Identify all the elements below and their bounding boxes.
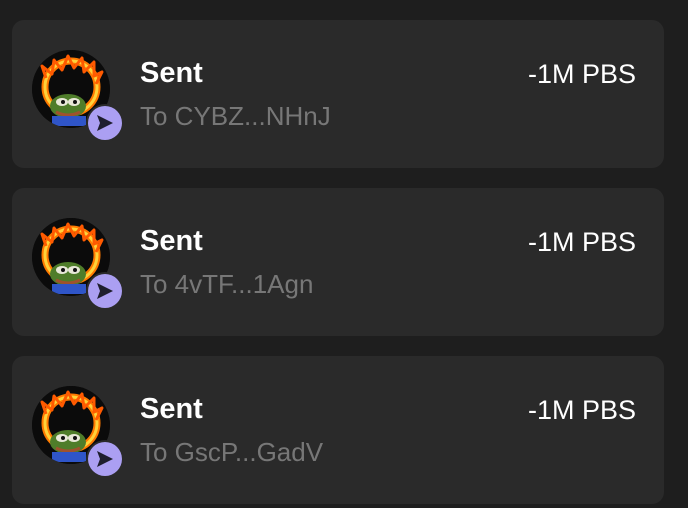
send-arrow-icon [88,274,122,308]
token-avatar-group [32,386,124,478]
transaction-row[interactable]: Sent To 4vTF...1Agn -1M PBS [12,188,664,336]
transaction-amount: -1M PBS [527,227,636,257]
send-arrow-icon [88,106,122,140]
transaction-amount: -1M PBS [527,59,636,89]
token-avatar-group [32,218,124,310]
transaction-row[interactable]: Sent To GscP...GadV -1M PBS [12,356,664,504]
transaction-recipient: To GscP...GadV [140,437,324,467]
token-avatar-group [32,50,124,142]
send-badge [86,104,124,142]
transaction-title: Sent [140,225,203,257]
send-badge [86,440,124,478]
transaction-row[interactable]: Sent To CYBZ...NHnJ -1M PBS [12,20,664,168]
transaction-recipient: To 4vTF...1Agn [140,269,314,299]
send-badge [86,272,124,310]
transaction-list: Sent To CYBZ...NHnJ -1M PBS Sent To 4vTF… [0,0,688,508]
transaction-title: Sent [140,393,203,425]
send-arrow-icon [88,442,122,476]
transaction-title: Sent [140,57,203,89]
transaction-recipient: To CYBZ...NHnJ [140,101,331,131]
transaction-amount: -1M PBS [527,395,636,425]
